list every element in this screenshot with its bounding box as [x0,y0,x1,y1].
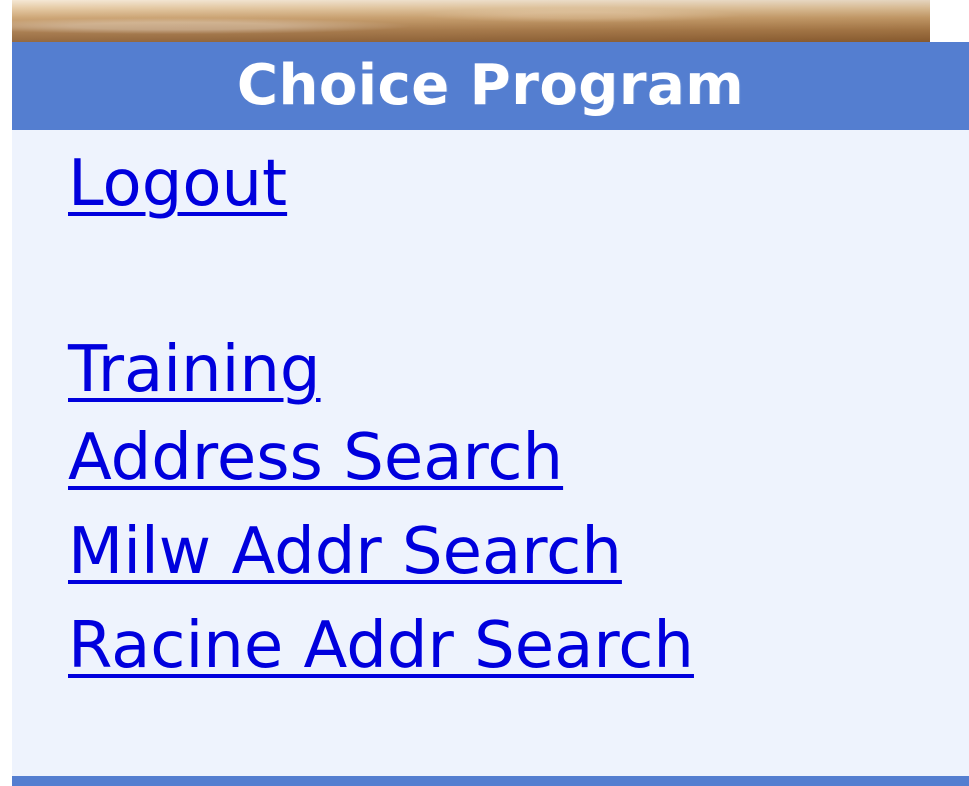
address-search-link[interactable]: Address Search [68,426,563,490]
logout-link[interactable]: Logout [68,152,287,216]
menu-bottom-divider [12,776,969,786]
navigation-menu: Choice Program Logout Training Address S… [12,42,969,786]
milw-addr-search-link[interactable]: Milw Addr Search [68,520,622,584]
decorative-banner [12,0,930,42]
racine-addr-search-link[interactable]: Racine Addr Search [68,614,694,678]
page: Choice Program Logout Training Address S… [0,0,969,786]
menu-title: Choice Program [12,42,969,130]
training-link[interactable]: Training [68,338,321,402]
